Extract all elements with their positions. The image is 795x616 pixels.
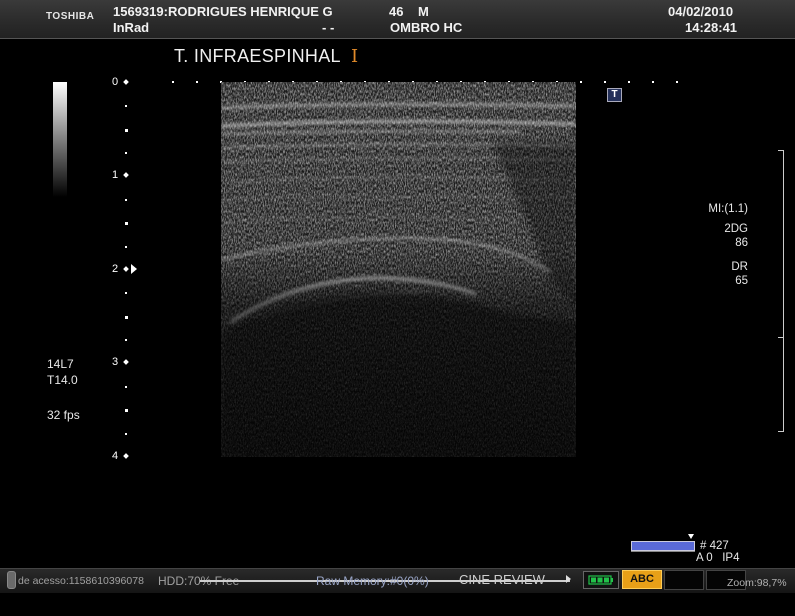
patient-age: 46 — [389, 4, 404, 19]
depth-minor-tick — [125, 292, 127, 294]
depth-label-0: 0 — [112, 76, 119, 88]
cine-frame-bar[interactable] — [631, 541, 695, 551]
patient-sex: M — [418, 4, 429, 19]
depth-minor-tick — [125, 152, 127, 154]
depth-minor-tick — [125, 199, 127, 201]
lateral-scale-dot — [604, 81, 606, 83]
thermal-index-label: T14.0 — [47, 373, 78, 387]
depth-minor-tick — [125, 105, 127, 107]
brand-logo: TOSHIBA — [46, 11, 95, 22]
depth-label-1: 1 — [112, 169, 119, 181]
play-icon[interactable] — [566, 575, 571, 583]
grayscale-bar — [53, 82, 67, 197]
exam-name: OMBRO HC — [390, 20, 463, 35]
t-icon[interactable]: T — [607, 88, 622, 102]
lateral-scale-dot — [652, 81, 654, 83]
zoom-level: Zoom:98,7% — [727, 577, 787, 589]
depth-label-2: 2 — [112, 263, 119, 275]
depth-minor-tick — [125, 316, 128, 319]
access-number: de acesso:1158610396078 — [18, 575, 144, 587]
mode-label: 2DG — [724, 223, 748, 235]
depth-minor-tick — [125, 129, 128, 132]
ultrasound-texture — [221, 82, 576, 457]
depth-major-tick — [123, 172, 129, 178]
depth-minor-tick — [125, 339, 127, 341]
raw-memory: Raw Memory:#0(0%) — [316, 574, 429, 588]
text-cursor-icon: I — [351, 46, 359, 67]
bracket-top — [778, 150, 783, 151]
depth-minor-tick — [125, 409, 128, 412]
separator-dashes: - - — [322, 20, 335, 35]
depth-minor-tick — [125, 386, 127, 388]
bracket-bottom — [778, 431, 783, 432]
frame-rate-label: 32 fps — [47, 408, 80, 422]
focus-marker-icon[interactable] — [131, 264, 137, 274]
ultrasound-image[interactable] — [221, 82, 576, 457]
depth-major-tick — [123, 359, 129, 365]
lateral-scale-dot — [628, 81, 630, 83]
dynamic-range-value: 65 — [735, 275, 748, 287]
exam-date: 04/02/2010 — [668, 4, 734, 19]
depth-minor-tick — [125, 222, 128, 225]
depth-label-4: 4 — [112, 450, 119, 462]
cine-frame-baseline — [631, 551, 695, 552]
bracket-mid — [778, 337, 783, 338]
abc-annotation-button[interactable]: ABC — [622, 570, 662, 589]
frame-info: A 0 IP4 — [696, 552, 740, 564]
depth-major-tick — [123, 266, 129, 272]
battery-icon — [588, 575, 613, 585]
cine-review-label[interactable]: CINE REVIEW — [459, 572, 545, 587]
statusbar-grip-icon[interactable] — [7, 571, 16, 589]
lateral-scale-dot — [676, 81, 678, 83]
exam-time: 14:28:41 — [685, 20, 738, 35]
battery-button[interactable] — [583, 571, 619, 589]
lateral-scale-dot — [580, 81, 582, 83]
patient-id-name: 1569319:RODRIGUES HENRIQUE G — [113, 4, 333, 19]
depth-minor-tick — [125, 246, 127, 248]
mechanical-index-label: MI:(1.1) — [708, 203, 748, 215]
gain-value: 86 — [735, 237, 748, 249]
probe-label: 14L7 — [47, 357, 74, 371]
dynamic-range-label: DR — [731, 261, 748, 273]
depth-label-3: 3 — [112, 356, 119, 368]
institution-label: InRad — [113, 20, 150, 35]
function-button-1[interactable] — [664, 570, 704, 590]
lateral-scale-dot — [196, 81, 198, 83]
depth-major-tick — [123, 453, 129, 459]
image-title: T. INFRAESPINHAL — [174, 46, 341, 66]
frame-pointer-icon — [688, 534, 694, 539]
depth-major-tick — [123, 79, 129, 85]
lateral-scale-dot — [172, 81, 174, 83]
depth-bracket — [783, 150, 784, 432]
depth-minor-tick — [125, 433, 127, 435]
